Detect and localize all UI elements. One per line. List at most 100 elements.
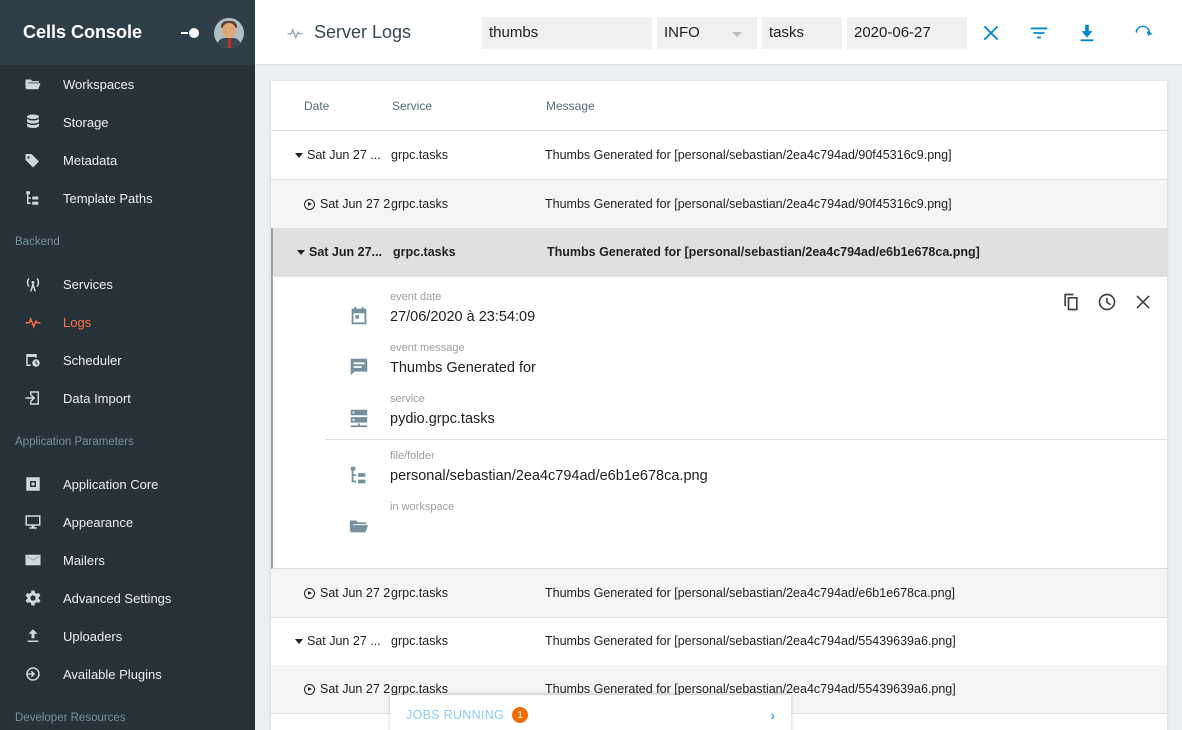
sidebar-item-label: Mailers: [63, 552, 105, 568]
service-filter-input[interactable]: tasks: [762, 17, 842, 49]
search-input[interactable]: thumbs: [482, 17, 652, 49]
table-header: Date Service Message: [271, 81, 1167, 131]
table-row[interactable]: Sat Jun 27 ... grpc.tasks Thumbs Generat…: [271, 617, 1167, 666]
caret-down-icon[interactable]: [297, 249, 305, 255]
refresh-button[interactable]: [1131, 21, 1155, 45]
workspace-label: in workspace: [390, 501, 455, 513]
cell-service: grpc.tasks: [393, 245, 456, 259]
history-button[interactable]: [1096, 291, 1118, 313]
section-backend: Backend: [15, 236, 60, 248]
section-app-params: Application Parameters: [15, 436, 134, 448]
sidebar-item-uploaders[interactable]: Uploaders: [0, 617, 255, 655]
caret-down-icon[interactable]: [295, 152, 303, 158]
sidebar-item-label: Storage: [63, 114, 109, 130]
sidebar-item-label: Workspaces: [63, 76, 135, 92]
sidebar-item-metadata[interactable]: Metadata: [0, 141, 255, 179]
server-icon: [348, 407, 370, 429]
calendar-icon: [348, 305, 370, 327]
table-row[interactable]: Sat Jun 27 2 grpc.tasks Thumbs Generated…: [271, 180, 1167, 229]
section-dev-resources: Developer Resources: [15, 712, 126, 724]
sidebar-item-label: Services: [63, 276, 113, 292]
divider: [325, 439, 1167, 440]
email-icon: [24, 551, 42, 569]
table-row[interactable]: Sat Jun 27 ... grpc.tasks Thumbs Generat…: [271, 131, 1167, 180]
sidebar-item-label: Template Paths: [63, 190, 153, 206]
sidebar-item-logs[interactable]: Logs: [0, 303, 255, 341]
avatar[interactable]: [214, 17, 244, 48]
cell-date: Sat Jun 27...: [309, 245, 382, 259]
file-tree-icon: [348, 464, 370, 486]
cell-message: Thumbs Generated for [personal/sebastian…: [545, 197, 952, 211]
chevron-down-icon: [732, 32, 742, 37]
cell-service: grpc.tasks: [391, 682, 448, 696]
sidebar-item-label: Uploaders: [63, 628, 123, 644]
table-row[interactable]: Sat Jun 27 2 grpc.tasks Thumbs Generated…: [271, 569, 1167, 618]
cell-date: Sat Jun 27 2: [320, 586, 391, 600]
cell-date: Sat Jun 27 ...: [307, 634, 381, 648]
calendar-clock-icon: [24, 351, 42, 369]
sidebar-item-storage[interactable]: Storage: [0, 103, 255, 141]
import-icon: [24, 389, 42, 407]
sidebar-item-available-plugins[interactable]: Available Plugins: [0, 655, 255, 693]
sidebar-item-label: Metadata: [63, 152, 118, 168]
sidebar-item-label: Scheduler: [63, 352, 122, 368]
cell-date: Sat Jun 27 2: [320, 197, 391, 211]
logs-table: Date Service Message Sat Jun 27 ... grpc…: [271, 81, 1167, 730]
app-title: Cells Console: [23, 22, 143, 42]
cell-service: grpc.tasks: [391, 634, 448, 648]
sidebar-item-appearance[interactable]: Appearance: [0, 503, 255, 541]
event-message-value: Thumbs Generated for: [390, 360, 536, 376]
caret-down-icon[interactable]: [295, 638, 303, 644]
tags-icon: [24, 151, 42, 169]
event-date-label: event date: [390, 291, 442, 303]
file-folder-label: file/folder: [390, 450, 435, 462]
core-icon: [24, 475, 42, 493]
cell-message: Thumbs Generated for [personal/sebastian…: [545, 682, 956, 696]
column-header-service[interactable]: Service: [392, 99, 432, 113]
sidebar-item-workspaces[interactable]: Workspaces: [0, 65, 255, 103]
copy-button[interactable]: [1060, 291, 1082, 313]
table-row-selected[interactable]: Sat Jun 27... grpc.tasks Thumbs Generate…: [271, 228, 1167, 277]
level-select[interactable]: INFO: [657, 17, 757, 49]
sidebar-item-label: Appearance: [63, 514, 134, 530]
sidebar-item-mailers[interactable]: Mailers: [0, 541, 255, 579]
jobs-count-badge: 1: [512, 707, 529, 723]
page-title: Server Logs: [286, 22, 411, 43]
event-date-value: 27/06/2020 à 23:54:09: [390, 309, 536, 325]
date-filter-input[interactable]: 2020-06-27: [847, 17, 967, 49]
column-header-message[interactable]: Message: [546, 99, 595, 113]
download-button[interactable]: [1075, 21, 1099, 45]
sidebar-item-template-paths[interactable]: Template Paths: [0, 179, 255, 217]
sidebar-item-scheduler[interactable]: Scheduler: [0, 341, 255, 379]
filter-button[interactable]: [1027, 21, 1051, 45]
column-header-date[interactable]: Date: [304, 99, 329, 113]
toolbar: Server Logs thumbs INFO tasks 2020-06-27: [255, 0, 1182, 65]
plugin-icon: [24, 665, 42, 683]
level-select-value: INFO: [664, 24, 700, 41]
play-circle-icon: [304, 587, 315, 599]
sidebar-item-advanced-settings[interactable]: Advanced Settings: [0, 579, 255, 617]
sidebar-item-application-core[interactable]: Application Core: [0, 465, 255, 503]
close-icon: [1136, 295, 1150, 309]
cell-message: Thumbs Generated for [personal/sebastian…: [545, 634, 956, 648]
clear-filters-button[interactable]: [979, 21, 1003, 45]
pulse-icon: [24, 313, 42, 331]
cell-service: grpc.tasks: [391, 197, 448, 211]
close-icon: [983, 25, 999, 41]
copy-icon: [1064, 293, 1078, 311]
close-detail-button[interactable]: [1132, 291, 1154, 313]
download-icon: [1080, 24, 1094, 42]
sidebar-item-label: Available Plugins: [63, 666, 162, 682]
chevron-right-icon: ›: [770, 707, 775, 723]
sidebar-item-services[interactable]: Services: [0, 265, 255, 303]
sidebar-item-data-import[interactable]: Data Import: [0, 379, 255, 417]
file-folder-value: personal/sebastian/2ea4c794ad/e6b1e678ca…: [390, 468, 708, 484]
pulse-icon: [287, 27, 303, 39]
sidebar-toggle-icon[interactable]: [181, 27, 199, 38]
file-tree-icon: [24, 189, 42, 207]
cell-date: Sat Jun 27 2: [320, 682, 391, 696]
jobs-running-bar[interactable]: JOBS RUNNING 1 ›: [390, 695, 791, 730]
cell-service: grpc.tasks: [391, 148, 448, 162]
refresh-icon: [1135, 25, 1153, 36]
antenna-icon: [24, 275, 42, 293]
